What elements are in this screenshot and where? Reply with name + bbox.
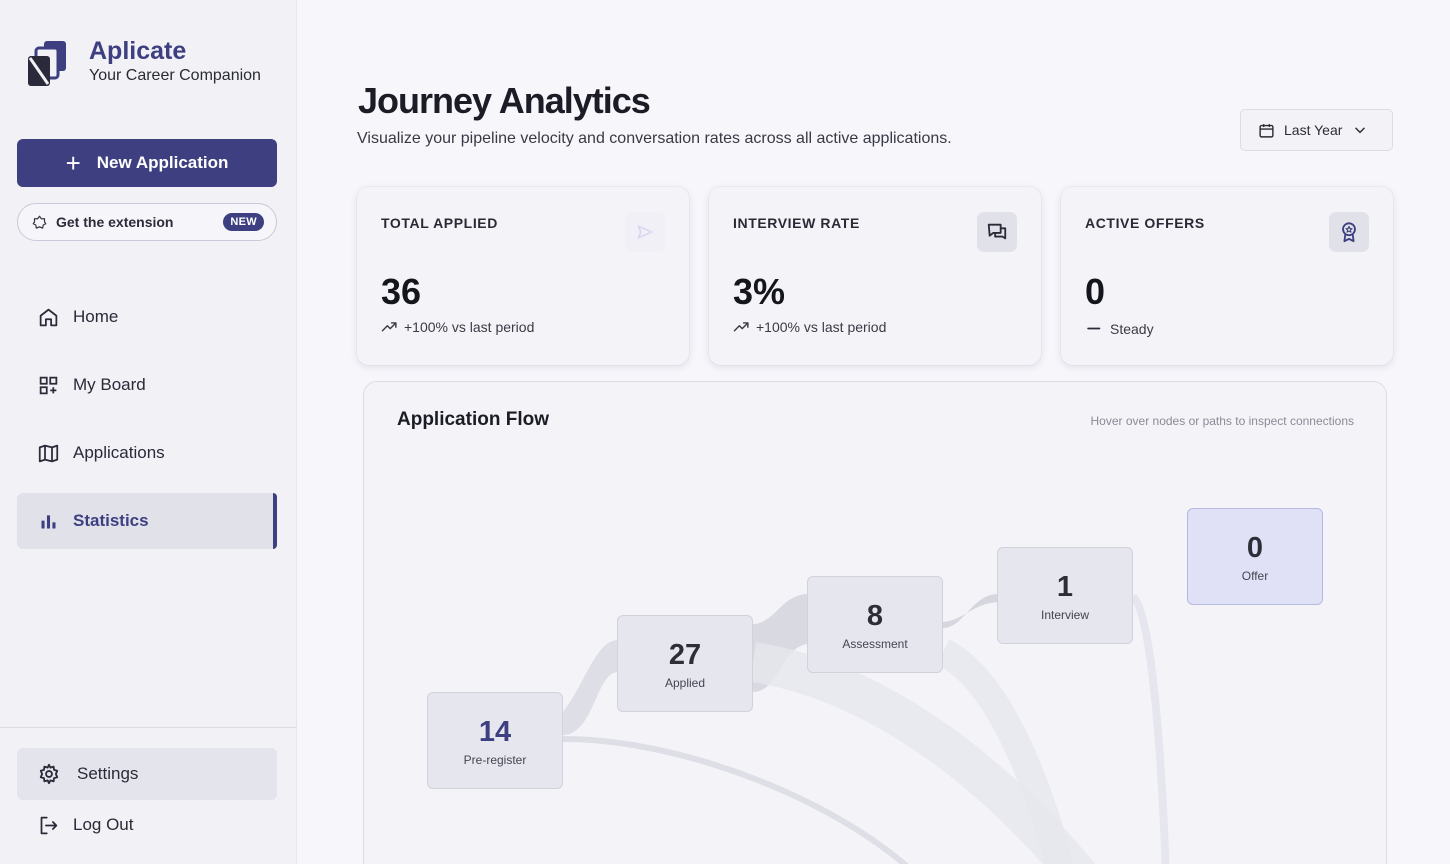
date-range-value: Last Year [1284,122,1343,138]
flow-title: Application Flow [397,409,549,430]
node-label: Applied [664,675,706,690]
new-application-label: New Application [96,153,229,172]
stat-card-total-applied: TOTAL APPLIED 36 +100% vs last period [357,187,689,365]
node-value: 0 [1246,531,1264,564]
logo-icon [28,41,66,86]
flow-node-offer[interactable]: 0 Offer [1187,508,1323,605]
sidebar-item-home[interactable]: Home [17,289,277,345]
stat-trend: +100% vs last period [381,318,534,335]
plus-icon: + [65,148,81,178]
application-flow-panel: Application Flow Hover over nodes or pat… [363,381,1387,864]
new-badge: NEW [223,213,264,231]
node-value: 14 [478,715,512,748]
flow-node-applied[interactable]: 27 Applied [617,615,753,712]
trending-up-icon [733,322,749,332]
logout-icon [40,816,58,834]
chat-icon [977,212,1017,252]
stat-trend-text: Steady [1110,320,1154,337]
sidebar-item-label: My Board [73,375,146,394]
flow-node-assessment[interactable]: 8 Assessment [807,576,943,673]
flow-link-assessment-interview [943,594,998,628]
map-icon [38,444,59,462]
flow-link-preregister-rejected [562,736,909,864]
stat-label: INTERVIEW RATE [733,215,860,231]
sidebar-item-label: Applications [73,443,165,462]
stat-trend-text: +100% vs last period [756,318,887,335]
logout-button[interactable]: Log Out [38,811,134,839]
sidebar-item-label: Statistics [73,511,149,530]
flow-link-preregister-applied [563,640,618,735]
sidebar-item-statistics[interactable]: Statistics [17,493,277,549]
stat-trend: +100% vs last period [733,318,886,335]
sidebar-item-my-board[interactable]: My Board [17,357,277,413]
chevron-down-icon [1355,127,1366,134]
board-icon [39,376,58,394]
node-label: Assessment [842,636,908,651]
stat-label: ACTIVE OFFERS [1085,215,1205,231]
stat-label: TOTAL APPLIED [381,215,498,231]
new-application-button[interactable]: + New Application [17,139,277,187]
sidebar: Aplicate Your Career Companion + New App… [0,0,297,864]
brand[interactable]: Aplicate Your Career Companion [26,38,261,88]
node-label: Offer [1241,568,1269,583]
brand-tagline: Your Career Companion [89,67,261,84]
bar-chart-icon [41,514,56,528]
trending-up-icon [381,322,397,332]
stat-value: 36 [381,271,422,312]
sidebar-item-applications[interactable]: Applications [17,425,277,481]
date-range-select[interactable]: Last Year [1240,109,1393,151]
node-value: 27 [668,638,702,671]
brand-name: Aplicate [89,37,187,65]
stat-trend-text: +100% vs last period [404,318,535,335]
sidebar-item-label: Home [73,307,119,326]
calendar-icon [1259,123,1274,138]
stat-value: 3% [733,271,786,312]
node-label: Pre-register [463,752,527,767]
node-value: 8 [866,599,884,632]
get-extension-button[interactable]: Get the extension NEW [17,203,277,241]
logout-label: Log Out [73,815,134,834]
get-extension-label: Get the extension [56,214,174,230]
puzzle-icon [32,215,47,229]
flow-link-interview-rejected [1129,593,1170,864]
settings-button[interactable]: Settings [17,748,277,800]
flow-hint: Hover over nodes or paths to inspect con… [1090,414,1354,428]
stat-card-active-offers: ACTIVE OFFERS 0 Steady [1061,187,1393,365]
settings-label: Settings [77,764,139,783]
flow-node-interview[interactable]: 1 Interview [997,547,1133,644]
dash-icon [1087,327,1101,330]
gear-icon [39,763,59,785]
node-label: Interview [1040,607,1090,622]
sidebar-divider [0,727,297,728]
home-icon [39,308,58,326]
stat-value: 0 [1085,271,1106,312]
stat-trend: Steady [1085,320,1154,337]
award-icon [1329,212,1369,252]
page-subtitle: Visualize your pipeline velocity and con… [357,130,952,147]
sidebar-nav: Home My Board Applications Statistics [17,289,277,561]
stat-card-interview-rate: INTERVIEW RATE 3% +100% vs last period [709,187,1041,365]
node-value: 1 [1056,570,1074,603]
send-icon [625,212,665,252]
flow-node-pre-register[interactable]: 14 Pre-register [427,692,563,789]
page-title: Journey Analytics [358,80,651,121]
